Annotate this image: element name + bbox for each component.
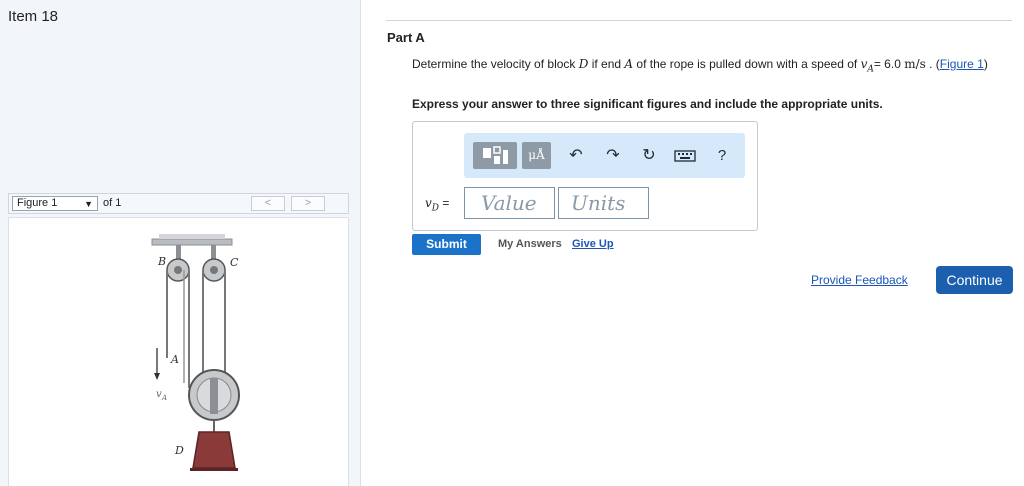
answer-var-sub: D	[431, 203, 439, 214]
question-fragment: )	[983, 57, 988, 71]
figure-image: B C A v A D	[8, 217, 349, 486]
answer-box: μÅ ↶ ↷ ↻ ? vD = Value Units	[412, 121, 758, 231]
arrow-head-icon	[154, 373, 160, 380]
item-title: Item 18	[8, 8, 59, 25]
question-var-a: A	[624, 57, 634, 71]
question-fragment: Determine the velocity of block	[412, 57, 579, 71]
bracket-b	[176, 245, 181, 259]
next-figure-button[interactable]: >	[291, 196, 325, 211]
question-unit: m/s	[904, 57, 926, 71]
units-input[interactable]: Units	[558, 187, 649, 219]
figure-toolbar: Figure 1 ▼ of 1 < >	[8, 193, 349, 214]
app-root: Item 18 Figure 1 ▼ of 1 < > B C A v A D …	[0, 0, 1024, 486]
grid-template-icon[interactable]	[473, 142, 517, 169]
previous-figure-button[interactable]: <	[251, 196, 285, 211]
question-text: Determine the velocity of block D if end…	[412, 56, 1008, 77]
keyboard-icon[interactable]	[672, 142, 698, 169]
pulley-diagram: B C A v A D	[151, 234, 240, 471]
question-fragment: of the rope is pulled down with a speed …	[633, 57, 861, 71]
bracket-c	[211, 245, 216, 259]
continue-button[interactable]: Continue	[936, 266, 1013, 294]
pulley-c-hub	[210, 266, 218, 274]
label-a: A	[170, 353, 179, 366]
answer-var-eq: =	[439, 196, 450, 210]
question-fragment: = 6.0	[873, 57, 905, 71]
block-d	[192, 431, 236, 469]
reset-icon[interactable]: ↻	[638, 142, 660, 169]
pulley-lower-strap	[210, 378, 218, 414]
answer-variable-label: vD =	[425, 196, 449, 213]
figure-select[interactable]: Figure 1 ▼	[12, 196, 98, 211]
provide-feedback-link[interactable]: Provide Feedback	[811, 273, 908, 287]
question-fragment: if end	[588, 57, 625, 71]
ceiling-hatch	[159, 234, 225, 239]
my-answers-link[interactable]: My Answers	[498, 238, 562, 250]
label-b: B	[157, 255, 166, 268]
label-d: D	[174, 444, 184, 457]
units-template-button[interactable]: μÅ	[522, 142, 551, 169]
question-fragment: . (	[925, 57, 940, 71]
question-var-d: D	[578, 57, 589, 71]
header-divider	[386, 20, 1012, 21]
chevron-down-icon: ▼	[84, 199, 93, 209]
part-title: Part A	[387, 30, 425, 45]
figure-select-label: Figure 1	[17, 197, 58, 209]
answer-instruction: Express your answer to three significant…	[412, 97, 883, 111]
label-va-sub: A	[161, 394, 167, 402]
label-c: C	[230, 256, 239, 269]
block-d-base	[190, 468, 238, 471]
give-up-link[interactable]: Give Up	[572, 238, 614, 250]
value-input[interactable]: Value	[464, 187, 555, 219]
submit-button[interactable]: Submit	[412, 234, 481, 255]
figure-link[interactable]: Figure 1	[940, 57, 984, 71]
pulley-b-hub	[174, 266, 182, 274]
math-toolbar: μÅ ↶ ↷ ↻ ?	[464, 133, 745, 178]
figure-panel: Item 18 Figure 1 ▼ of 1 < > B C A v A D	[0, 0, 361, 486]
ceiling-support	[151, 238, 233, 246]
help-icon[interactable]: ?	[711, 142, 733, 169]
answer-var: v	[425, 196, 432, 210]
undo-icon[interactable]: ↶	[565, 142, 587, 169]
figure-count: of 1	[103, 197, 122, 209]
redo-icon[interactable]: ↷	[602, 142, 624, 169]
